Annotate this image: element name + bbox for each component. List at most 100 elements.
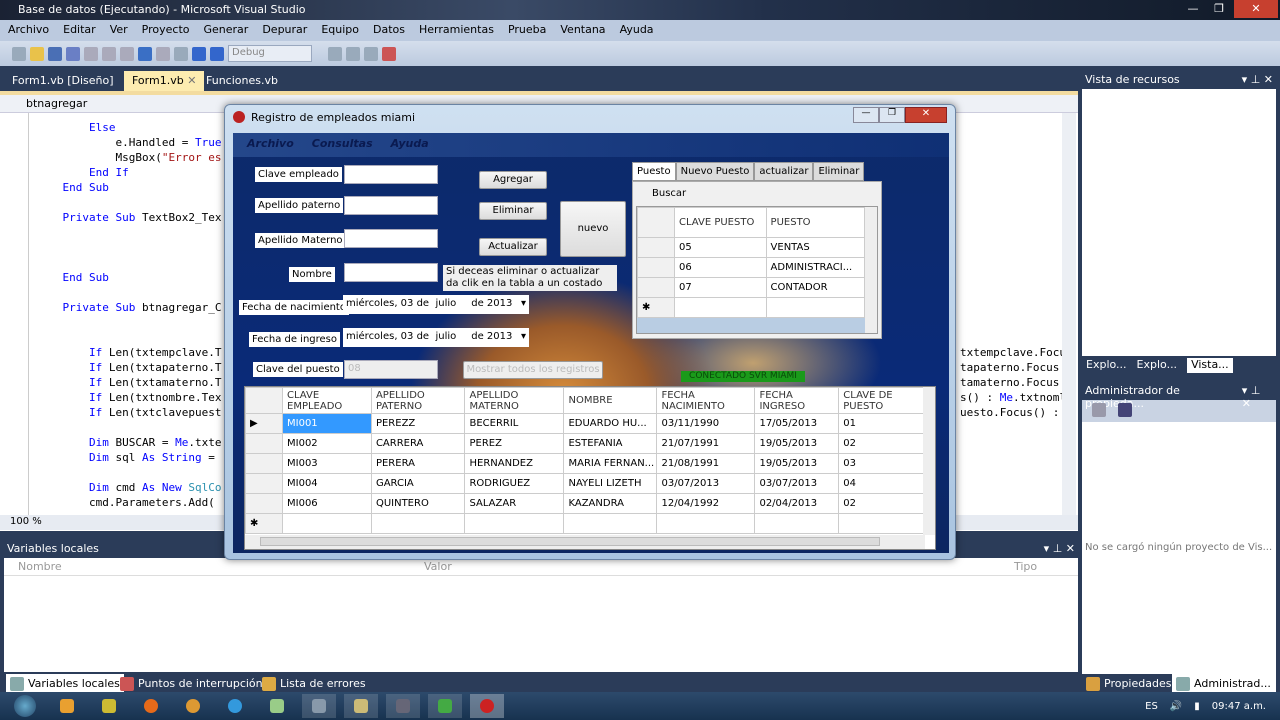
tab-actualizar[interactable]: actualizar xyxy=(754,162,814,181)
table-cell[interactable]: CARRERA xyxy=(370,433,466,454)
new-row[interactable]: ✱ xyxy=(637,297,866,318)
menu-datos[interactable]: Datos xyxy=(373,23,405,38)
table-cell[interactable]: 06 xyxy=(674,257,767,278)
column-tipo[interactable]: Tipo xyxy=(1014,560,1037,573)
row-header[interactable] xyxy=(245,433,283,454)
code-line[interactable]: Private Sub TextBox2_Tex xyxy=(36,210,222,225)
date-ingreso[interactable]: miércoles, 03 de julio de 2013 ▾ xyxy=(343,328,529,347)
stop-icon[interactable] xyxy=(210,46,224,61)
table-cell[interactable]: 21/07/1991 xyxy=(656,433,756,454)
code-line[interactable]: If Len(txtamaterno.T xyxy=(36,375,221,390)
tab-propiedades[interactable]: Propiedades xyxy=(1082,674,1176,693)
table-cell[interactable]: 19/05/2013 xyxy=(754,453,840,474)
grid-vertical-scrollbar[interactable] xyxy=(923,387,935,535)
column-header[interactable]: PUESTO xyxy=(765,207,866,238)
tab-explorer-1[interactable]: Explo... xyxy=(1086,358,1127,373)
input-nombre[interactable] xyxy=(344,263,438,282)
row-header[interactable] xyxy=(637,237,675,258)
network-icon[interactable]: ▮ xyxy=(1194,701,1200,712)
cut-icon[interactable] xyxy=(84,46,98,61)
panel-controls-icon[interactable]: ▾ ⊥ ✕ xyxy=(1044,542,1075,555)
table-cell[interactable]: 12/04/1992 xyxy=(656,493,756,514)
ie-icon[interactable] xyxy=(218,694,252,718)
tab-resource-view[interactable]: Vista... xyxy=(1187,358,1233,373)
grid-horizontal-scrollbar[interactable] xyxy=(245,535,925,549)
panel-controls-icon[interactable]: ▾ ⊥ ✕ xyxy=(1242,73,1273,86)
editor-scrollbar[interactable] xyxy=(1062,113,1076,515)
row-header[interactable] xyxy=(637,277,675,298)
table-cell[interactable]: BECERRIL xyxy=(464,413,565,434)
pause-icon[interactable] xyxy=(192,46,206,61)
code-line[interactable]: If Len(txtempclave.T xyxy=(36,345,221,360)
table-row[interactable]: MI003 PERERA HERNANDEZ MARIA FERNAN... 21/08… xyxy=(245,453,925,474)
column-header[interactable]: APELLIDO MATERNO xyxy=(464,387,565,414)
table-cell[interactable]: KAZANDRA xyxy=(563,493,658,514)
menu-generar[interactable]: Generar xyxy=(204,23,249,38)
code-line[interactable]: s() : Me.txtnoml xyxy=(960,390,1066,405)
form-menu-ayuda[interactable]: Ayuda xyxy=(391,137,429,153)
column-valor[interactable]: Valor xyxy=(424,560,1014,573)
menu-ayuda[interactable]: Ayuda xyxy=(620,23,654,38)
new-row[interactable]: ✱ xyxy=(245,513,925,534)
table-row[interactable]: 05 VENTAS xyxy=(637,237,866,258)
table-cell[interactable]: SALAZAR xyxy=(464,493,565,514)
table-row[interactable]: MI006 QUINTERO SALAZAR KAZANDRA 12/04/1992 02… xyxy=(245,493,925,514)
menu-equipo[interactable]: Equipo xyxy=(321,23,359,38)
menu-ver[interactable]: Ver xyxy=(110,23,128,38)
table-cell[interactable]: MI003 xyxy=(282,453,372,474)
code-line[interactable]: If Len(txtclavepuest xyxy=(36,405,221,420)
tab-form1-design[interactable]: Form1.vb [Diseño] xyxy=(4,71,122,91)
code-line[interactable]: If Len(txtnombre.Tex xyxy=(36,390,221,405)
table-row[interactable]: MI002 CARRERA PEREZ ESTEFANIA 21/07/1991 19/0… xyxy=(245,433,925,454)
table-cell[interactable]: NAYELI LIZETH xyxy=(563,473,658,494)
column-header[interactable]: NOMBRE xyxy=(563,387,658,414)
chrome-icon[interactable] xyxy=(176,694,210,718)
code-line[interactable]: Dim BUSCAR = Me.txte xyxy=(36,435,221,450)
form-minimize-button[interactable]: — xyxy=(853,107,879,123)
row-header[interactable] xyxy=(245,453,283,474)
form-menu-archivo[interactable]: Archivo xyxy=(247,137,294,153)
solution-config-select[interactable]: Debug xyxy=(228,45,312,62)
table-row[interactable]: MI004 GARCIA RODRIGUEZ NAYELI LIZETH 03/07/2… xyxy=(245,473,925,494)
vs-task-icon[interactable] xyxy=(302,694,336,718)
agregar-button[interactable]: Agregar xyxy=(479,171,547,189)
table-cell[interactable]: EDUARDO HU... xyxy=(563,413,658,434)
table-cell[interactable]: RODRIGUEZ xyxy=(464,473,565,494)
table-cell[interactable]: 04 xyxy=(838,473,925,494)
code-line[interactable]: End Sub xyxy=(36,270,109,285)
code-line[interactable]: Private Sub btnagregar_C xyxy=(36,300,222,315)
row-header[interactable] xyxy=(245,493,283,514)
table-cell[interactable]: PEREZZ xyxy=(370,413,466,434)
table-cell[interactable]: CONTADOR xyxy=(765,277,866,298)
sql-task-icon[interactable] xyxy=(344,694,378,718)
menu-depurar[interactable]: Depurar xyxy=(262,23,307,38)
app-icon[interactable] xyxy=(92,694,126,718)
current-row-icon[interactable]: ▶ xyxy=(245,413,283,434)
actualizar-button[interactable]: Actualizar xyxy=(479,238,547,256)
table-cell[interactable]: 05 xyxy=(674,237,767,258)
table-row[interactable]: ▶ MI001 PEREZZ BECERRIL EDUARDO HU... 03/11/1… xyxy=(245,413,925,434)
menu-proyecto[interactable]: Proyecto xyxy=(142,23,190,38)
column-header[interactable]: CLAVE PUESTO xyxy=(674,207,767,238)
table-cell[interactable]: 03 xyxy=(838,453,925,474)
redo-icon[interactable] xyxy=(156,46,170,61)
chevron-down-icon[interactable]: ▾ xyxy=(521,298,526,311)
save-icon[interactable] xyxy=(1118,403,1132,417)
explorer-icon[interactable] xyxy=(260,694,294,718)
tab-administrador[interactable]: Administrad... xyxy=(1172,674,1275,693)
form-menu-consultas[interactable]: Consultas xyxy=(312,137,373,153)
input-apellido-paterno[interactable] xyxy=(344,196,438,215)
tab-nuevo-puesto[interactable]: Nuevo Puesto xyxy=(675,162,755,181)
properties-icon[interactable] xyxy=(1092,403,1106,417)
code-line[interactable]: If Len(txtapaterno.T xyxy=(36,360,221,375)
column-header[interactable]: CLAVE EMPLEADO xyxy=(282,387,372,414)
form-maximize-button[interactable]: ❐ xyxy=(879,107,905,123)
language-indicator[interactable]: ES xyxy=(1145,701,1158,712)
puesto-scrollbar[interactable] xyxy=(865,207,877,333)
table-cell[interactable]: HERNANDEZ xyxy=(464,453,565,474)
media-player-icon[interactable] xyxy=(50,694,84,718)
row-header[interactable] xyxy=(637,257,675,278)
table-cell[interactable]: 03/07/2013 xyxy=(754,473,840,494)
extension-icon[interactable] xyxy=(382,46,396,61)
row-header[interactable] xyxy=(245,473,283,494)
